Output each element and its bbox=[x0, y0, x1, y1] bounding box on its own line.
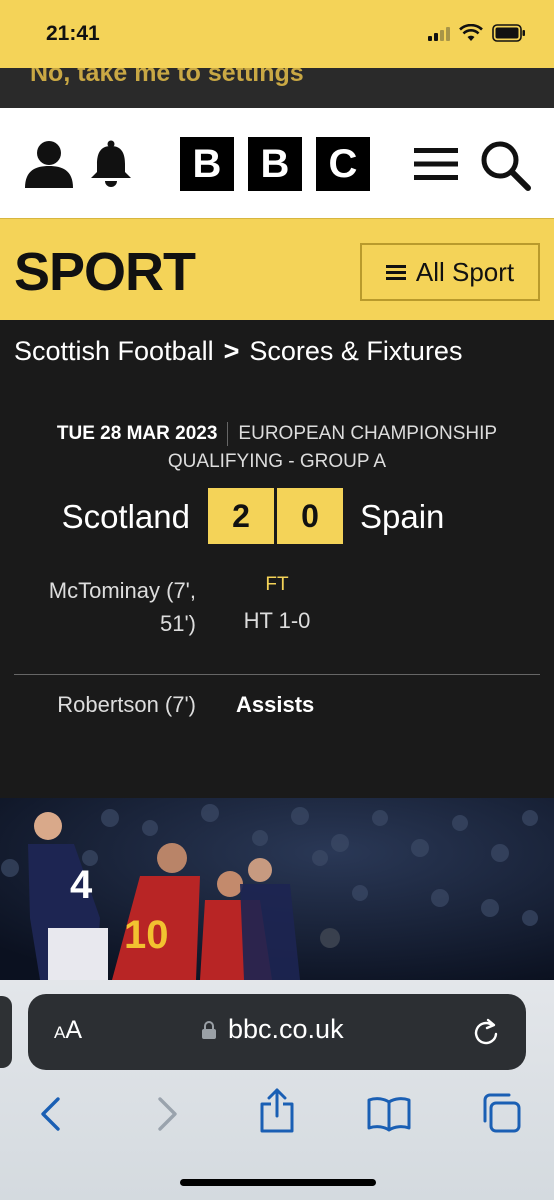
breadcrumb-section-link[interactable]: Scottish Football bbox=[14, 336, 214, 367]
all-sport-label: All Sport bbox=[415, 256, 515, 287]
competition-line1: EUROPEAN CHAMPIONSHIP bbox=[238, 423, 498, 444]
away-team-name[interactable]: Spain bbox=[360, 498, 444, 536]
breadcrumb-separator: > bbox=[223, 336, 240, 366]
search-icon[interactable] bbox=[480, 140, 532, 192]
status-time: 21:41 bbox=[46, 22, 100, 45]
lock-icon bbox=[202, 1021, 216, 1039]
all-sport-button[interactable]: All Sport bbox=[360, 243, 540, 301]
settings-banner[interactable]: No, take me to settings bbox=[0, 68, 554, 108]
cellular-signal-icon bbox=[428, 25, 450, 41]
svg-text:10: 10 bbox=[124, 913, 169, 957]
breadcrumb: Scottish Football > Scores & Fixtures bbox=[14, 336, 462, 367]
settings-banner-text: No, take me to settings bbox=[30, 68, 304, 87]
home-scorers-line2: 51') bbox=[160, 611, 196, 636]
home-scorers-line1: McTominay (7', bbox=[48, 578, 196, 603]
previous-tab-preview[interactable] bbox=[0, 996, 12, 1068]
match-status: FT bbox=[265, 574, 289, 595]
text-size-button[interactable]: A A bbox=[54, 1016, 82, 1045]
sport-title[interactable]: SPORT bbox=[14, 241, 196, 303]
account-icon[interactable] bbox=[24, 140, 74, 188]
bookmarks-icon[interactable] bbox=[366, 1096, 412, 1132]
competition-line2: QUALIFYING - GROUP A bbox=[167, 451, 387, 472]
menu-icon[interactable] bbox=[414, 146, 458, 182]
assists-label: Assists bbox=[236, 692, 315, 717]
wifi-icon bbox=[459, 24, 483, 41]
bbc-logo-letter: B bbox=[248, 137, 302, 191]
half-time-score: HT 1-0 bbox=[243, 608, 311, 633]
breadcrumb-page-link[interactable]: Scores & Fixtures bbox=[249, 336, 462, 367]
meta-divider bbox=[227, 422, 229, 446]
bbc-logo-letter: C bbox=[316, 137, 370, 191]
forward-icon[interactable] bbox=[154, 1096, 180, 1132]
sport-bar: SPORT All Sport bbox=[0, 218, 554, 320]
battery-icon bbox=[492, 24, 525, 42]
tabs-icon[interactable] bbox=[480, 1092, 522, 1134]
hamburger-icon bbox=[385, 264, 406, 280]
page: 21:41 No, take me to settings B B C SPOR… bbox=[0, 0, 554, 1200]
match-meta: TUE 28 MAR 2023 EUROPEAN CHAMPIONSHIP QU… bbox=[0, 420, 554, 476]
status-bar: 21:41 bbox=[0, 0, 554, 68]
match-date: TUE 28 MAR 2023 bbox=[56, 423, 218, 444]
bbc-logo[interactable]: B B C bbox=[180, 137, 370, 191]
address-bar[interactable]: A A bbc.co.uk bbox=[28, 994, 526, 1070]
back-icon[interactable] bbox=[38, 1096, 64, 1132]
home-team-name[interactable]: Scotland bbox=[62, 498, 190, 536]
bbc-header: B B C bbox=[0, 108, 554, 218]
notifications-icon[interactable] bbox=[88, 140, 134, 188]
reload-icon[interactable] bbox=[472, 1016, 502, 1048]
section-divider bbox=[14, 674, 540, 675]
home-indicator[interactable] bbox=[180, 1179, 376, 1186]
status-icons bbox=[428, 24, 526, 42]
home-score: 2 bbox=[208, 488, 274, 544]
url-text: bbc.co.uk bbox=[228, 1014, 344, 1044]
bbc-logo-letter: B bbox=[180, 137, 234, 191]
share-icon[interactable] bbox=[258, 1088, 296, 1134]
match-photo-illustration: 4 10 bbox=[0, 798, 554, 980]
away-score: 0 bbox=[277, 488, 343, 544]
home-scorers: McTominay (7', 51') bbox=[0, 574, 196, 640]
match-photo[interactable]: 4 10 bbox=[0, 798, 554, 980]
svg-text:4: 4 bbox=[70, 863, 93, 907]
home-assists: Robertson (7') bbox=[57, 692, 196, 717]
scoreline: Scotland 2 0 Spain bbox=[0, 488, 554, 544]
